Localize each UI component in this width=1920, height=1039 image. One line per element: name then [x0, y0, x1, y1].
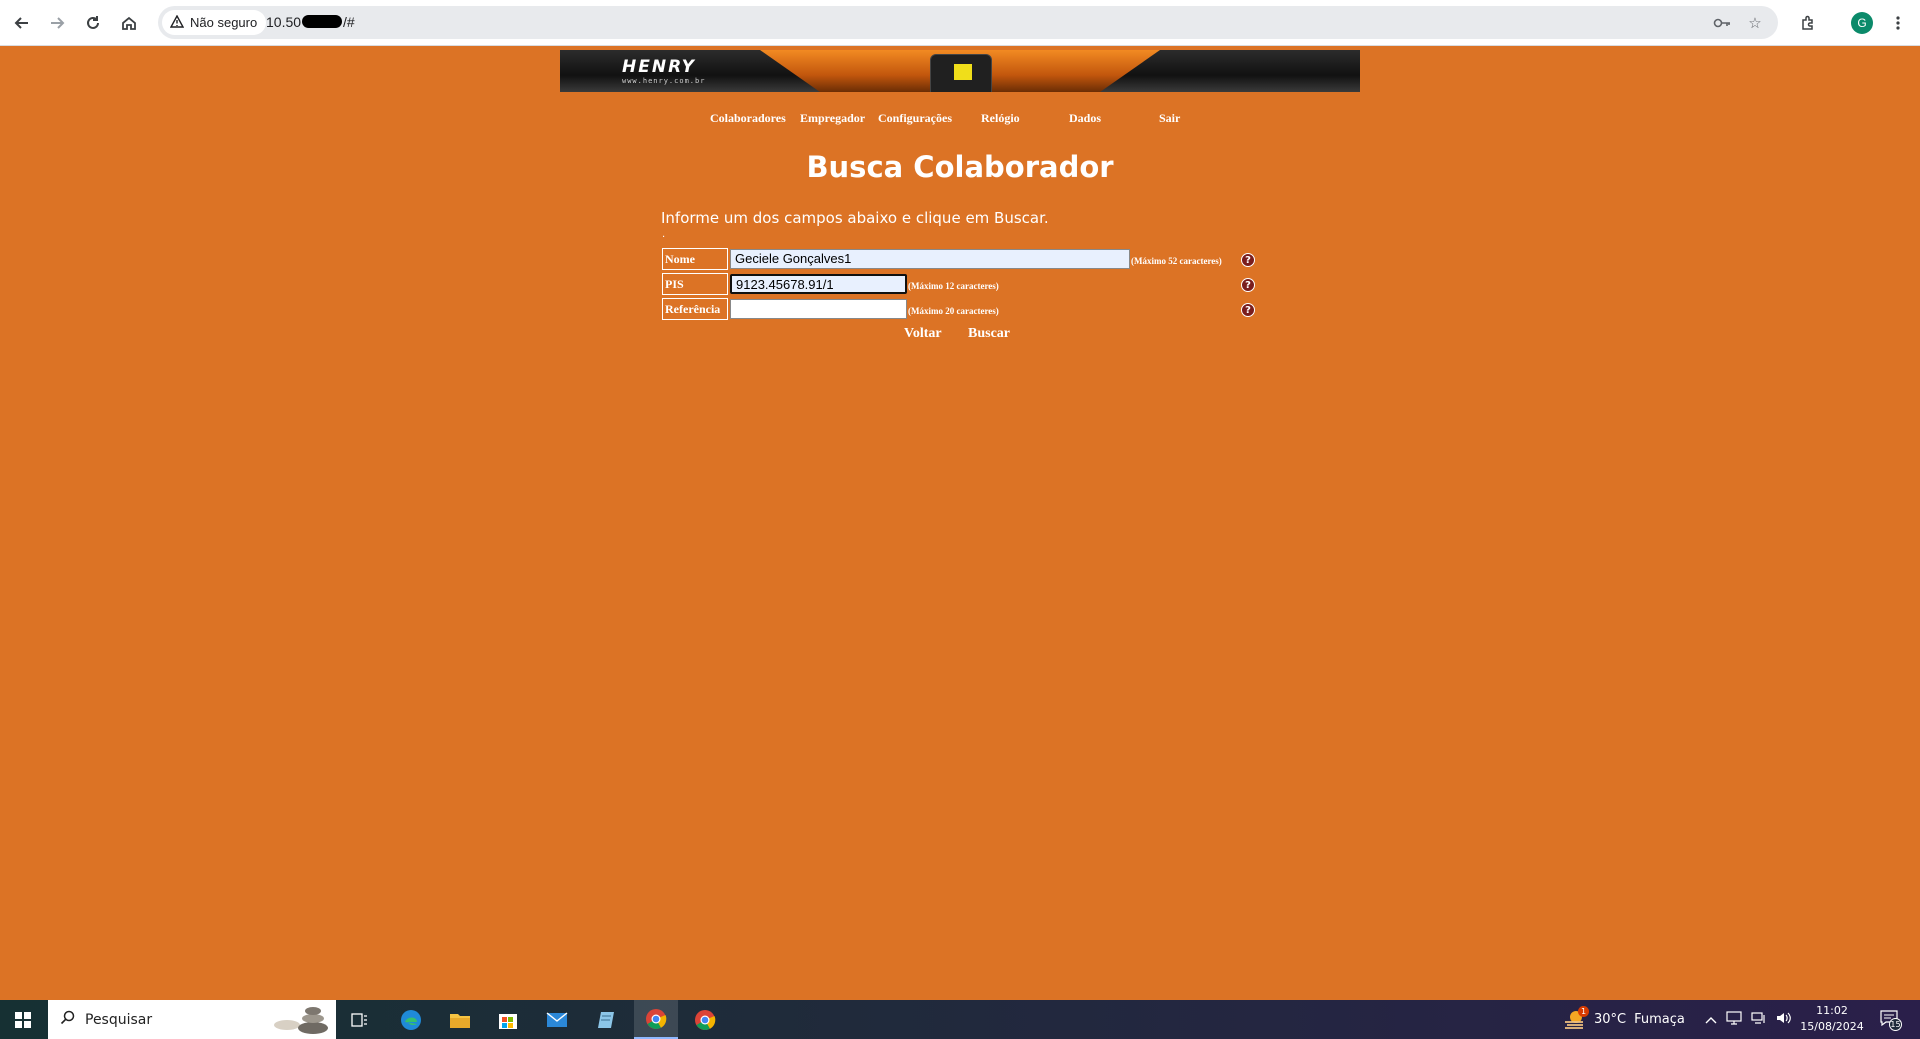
menu-item-empregador[interactable]: Empregador [800, 111, 865, 126]
henry-banner: HENRY www.henry.com.br [560, 50, 1360, 92]
microsoft-store-icon[interactable] [494, 1006, 522, 1034]
password-key-icon[interactable] [1712, 13, 1732, 33]
search-highlight-stones-image [262, 1006, 332, 1036]
chrome-profile-icon[interactable] [691, 1006, 719, 1034]
bookmark-star-icon[interactable]: ☆ [1745, 13, 1765, 33]
security-label: Não seguro [190, 15, 258, 30]
weather-description: Fumaça [1634, 1012, 1685, 1027]
time-clock-device-icon [930, 54, 996, 92]
url-text[interactable]: 10.50 /# [266, 14, 355, 30]
url-suffix: /# [343, 14, 355, 30]
taskbar-search[interactable]: Pesquisar [48, 1000, 336, 1039]
menu-item-configuracoes[interactable]: Configurações [878, 111, 952, 126]
referencia-label: Referência [662, 298, 728, 320]
start-button[interactable] [0, 1000, 46, 1039]
separator-dot: . [662, 229, 666, 240]
pis-hint: (Máximo 12 caracteres) [908, 281, 999, 291]
volume-icon[interactable] [1776, 1011, 1792, 1028]
main-menu: Colaboradores Empregador Configurações R… [0, 111, 1920, 131]
address-bar[interactable]: Não seguro 10.50 /# ☆ [158, 6, 1778, 39]
more-menu-icon[interactable] [1886, 11, 1910, 35]
buscar-button[interactable]: Buscar [968, 326, 1010, 342]
windows-logo-icon [15, 1011, 31, 1028]
weather-temperature: 30°C [1594, 1012, 1627, 1027]
chrome-icon-active[interactable] [634, 1000, 678, 1039]
network-icon[interactable] [1751, 1011, 1767, 1028]
clock-time: 11:02 [1816, 1004, 1848, 1017]
henry-logo: HENRY [622, 57, 696, 77]
windows-taskbar: Pesquisar 1 30°C Fumaça 11:02 15/08/2024… [0, 1000, 1920, 1039]
clock-date: 15/08/2024 [1800, 1020, 1864, 1033]
browser-toolbar: Não seguro 10.50 /# ☆ G [0, 0, 1920, 46]
weather-widget[interactable]: 1 30°C Fumaça [1564, 1000, 1685, 1039]
warning-icon [169, 14, 185, 31]
forward-arrow-icon[interactable] [45, 11, 69, 35]
menu-item-sair[interactable]: Sair [1159, 111, 1180, 126]
profile-avatar[interactable]: G [1851, 12, 1873, 34]
pis-input[interactable]: 9123.45678.91/1 [730, 274, 907, 294]
chevron-up-icon[interactable] [1705, 1013, 1717, 1027]
pis-label: PIS [662, 273, 728, 295]
referencia-input[interactable] [730, 299, 907, 319]
notepad-app-icon[interactable] [592, 1006, 620, 1034]
taskbar-clock[interactable]: 11:02 15/08/2024 [1800, 1003, 1864, 1035]
notification-count-badge: 15 [1889, 1017, 1902, 1031]
pis-help-icon[interactable]: ? [1241, 278, 1255, 292]
notification-center-icon[interactable]: 15 [1880, 1000, 1902, 1039]
edge-browser-icon[interactable] [397, 1006, 425, 1034]
henry-logo-url: www.henry.com.br [622, 77, 706, 85]
remote-desktop-icon[interactable] [1726, 1011, 1742, 1028]
nome-hint: (Máximo 52 caracteres) [1131, 256, 1222, 266]
redacted-url-mask [302, 15, 343, 28]
home-icon[interactable] [117, 11, 141, 35]
nome-input[interactable]: Geciele Gonçalves1 [730, 249, 1130, 269]
page-title: Busca Colaborador [806, 150, 1114, 184]
file-explorer-icon[interactable] [446, 1006, 474, 1034]
back-arrow-icon[interactable] [10, 11, 34, 35]
search-icon [60, 1010, 75, 1029]
weather-haze-icon: 1 [1564, 1005, 1589, 1030]
reload-icon[interactable] [81, 11, 105, 35]
instructions-text: Informe um dos campos abaixo e clique em… [661, 209, 1049, 227]
menu-item-relogio[interactable]: Relógio [981, 111, 1020, 126]
menu-item-colaboradores[interactable]: Colaboradores [710, 111, 786, 126]
weather-alert-badge: 1 [1578, 1005, 1589, 1017]
search-placeholder: Pesquisar [85, 1011, 153, 1028]
nome-label: Nome [662, 248, 728, 270]
referencia-hint: (Máximo 20 caracteres) [908, 306, 999, 316]
voltar-button[interactable]: Voltar [904, 326, 942, 342]
menu-item-dados[interactable]: Dados [1069, 111, 1101, 126]
security-chip[interactable]: Não seguro [162, 10, 267, 35]
nome-help-icon[interactable]: ? [1241, 253, 1255, 267]
referencia-help-icon[interactable]: ? [1241, 303, 1255, 317]
mail-icon[interactable] [543, 1006, 571, 1034]
extensions-puzzle-icon[interactable] [1796, 11, 1820, 35]
task-view-icon[interactable] [346, 1006, 374, 1034]
url-prefix: 10.50 [266, 14, 302, 30]
system-tray [1705, 1000, 1792, 1039]
